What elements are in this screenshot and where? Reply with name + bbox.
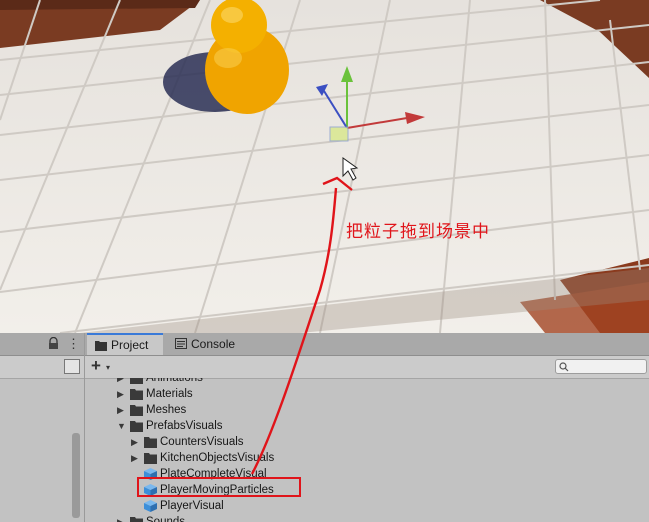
highlight-box xyxy=(137,477,301,497)
chevron-right-icon[interactable]: ▶ xyxy=(131,434,141,450)
project-toolbar: + ▾ xyxy=(85,356,649,379)
folder-icon xyxy=(130,421,143,432)
tab-console-label: Console xyxy=(191,337,236,351)
chevron-down-icon[interactable]: ▼ xyxy=(117,418,127,434)
tab-project[interactable]: Project xyxy=(87,333,163,355)
search-input[interactable] xyxy=(555,359,647,374)
scrollbar[interactable] xyxy=(72,433,80,518)
folder-icon xyxy=(144,437,157,448)
folder-icon xyxy=(130,405,143,416)
annotation-text: 把粒子拖到场景中 xyxy=(346,222,490,242)
search-icon xyxy=(559,362,569,372)
folder-icon xyxy=(144,453,157,464)
chevron-down-icon[interactable]: ▾ xyxy=(106,363,110,372)
folder-icon xyxy=(130,378,143,384)
add-asset-button[interactable]: + xyxy=(91,357,101,375)
tree-item-label: KitchenObjectsVisuals xyxy=(160,452,275,464)
search-filter-icon[interactable] xyxy=(64,359,80,374)
tab-project-label: Project xyxy=(111,338,149,352)
tree-item-label: Meshes xyxy=(146,404,187,416)
hierarchy-panel: ⋮ xyxy=(0,333,85,522)
folder-icon xyxy=(95,341,107,351)
lock-icon[interactable] xyxy=(48,337,59,350)
hierarchy-tabbar: ⋮ xyxy=(0,333,84,356)
scene-floor xyxy=(0,0,649,333)
project-tree: ▶ Animations ▶ Materials ▶ Meshes ▼ PrefabsVisu… xyxy=(85,378,649,522)
panel-tabbar: Project Console xyxy=(85,333,649,356)
chevron-right-icon[interactable]: ▶ xyxy=(131,450,141,466)
folder-icon xyxy=(130,517,143,522)
chevron-right-icon[interactable]: ▶ xyxy=(117,378,127,386)
folder-icon xyxy=(130,389,143,400)
tree-item-label: Materials xyxy=(146,388,193,400)
prefab-cube-icon xyxy=(144,500,157,512)
folder-row[interactable]: ▶ CountersVisuals xyxy=(131,434,244,450)
chevron-right-icon[interactable]: ▶ xyxy=(117,514,127,522)
folder-row[interactable]: ▶ Sounds xyxy=(117,514,185,522)
tree-item-label: PrefabsVisuals xyxy=(146,420,223,432)
tab-console[interactable]: Console xyxy=(167,333,257,355)
hierarchy-toolbar xyxy=(0,356,84,379)
folder-row[interactable]: ▶ KitchenObjectsVisuals xyxy=(131,450,274,466)
tree-item-label: PlayerVisual xyxy=(160,500,224,512)
console-icon xyxy=(175,338,187,349)
chevron-right-icon[interactable]: ▶ xyxy=(117,402,127,418)
kebab-menu-icon[interactable]: ⋮ xyxy=(67,337,80,350)
tree-item-label: Animations xyxy=(146,378,203,384)
scene-view[interactable]: 把粒子拖到场景中 xyxy=(0,0,649,333)
folder-row[interactable]: ▶ Meshes xyxy=(117,402,186,418)
tree-item-label: CountersVisuals xyxy=(160,436,244,448)
folder-row[interactable]: ▶ Animations xyxy=(117,378,203,386)
folder-row[interactable]: ▶ Materials xyxy=(117,386,193,402)
prefab-row[interactable]: PlayerVisual xyxy=(131,498,224,514)
tree-item-label: Sounds xyxy=(146,516,186,522)
folder-row[interactable]: ▼ PrefabsVisuals xyxy=(117,418,223,434)
chevron-right-icon[interactable]: ▶ xyxy=(117,386,127,402)
